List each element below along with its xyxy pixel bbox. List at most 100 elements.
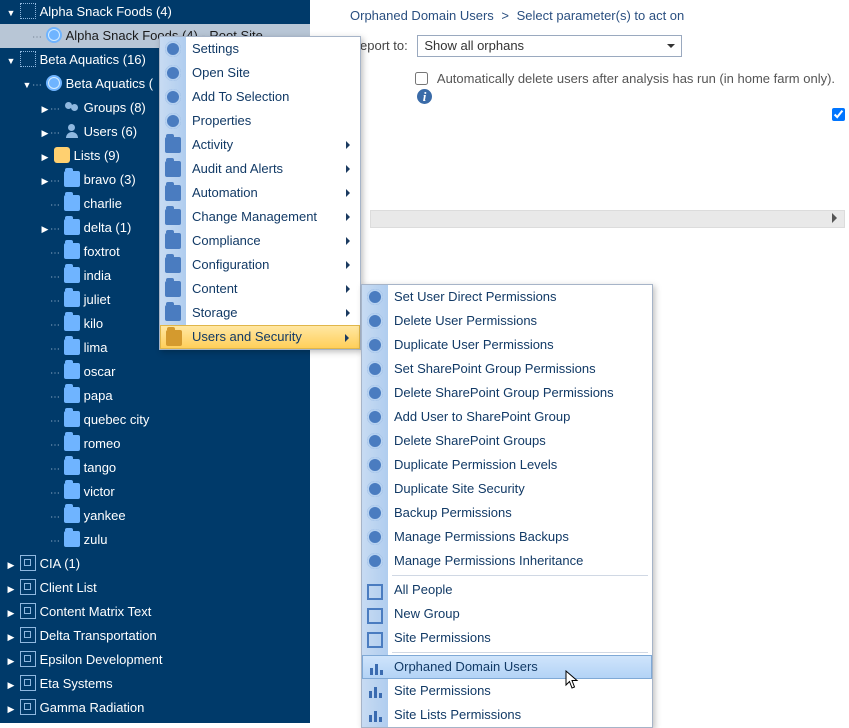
expand-toggle-icon[interactable]: ▼ <box>6 1 16 24</box>
menu-item[interactable]: Audit and Alerts <box>160 157 360 181</box>
tree-item[interactable]: ▶ Delta Transportation <box>0 624 310 648</box>
submenu-item-label: Duplicate User Permissions <box>394 337 554 352</box>
submenu-item[interactable]: Delete SharePoint Groups <box>362 429 652 453</box>
menu-item[interactable]: Compliance <box>160 229 360 253</box>
tree-item[interactable]: ⋯ tango <box>0 456 310 480</box>
folder-icon <box>64 483 80 499</box>
folder-icon <box>165 257 181 273</box>
menu-item[interactable]: Properties <box>160 109 360 133</box>
menu-item-label: Users and Security <box>192 329 302 344</box>
folder-icon <box>64 195 80 211</box>
expand-toggle-icon[interactable]: ▶ <box>6 553 16 576</box>
report-icon <box>368 660 384 676</box>
submenu-item[interactable]: Backup Permissions <box>362 501 652 525</box>
submenu-item[interactable]: New Group <box>362 602 652 626</box>
tree-item[interactable]: ⋯ victor <box>0 480 310 504</box>
menu-item[interactable]: Open Site <box>160 61 360 85</box>
tree-item[interactable]: ⋯ romeo <box>0 432 310 456</box>
expand-toggle-icon[interactable]: ▶ <box>6 601 16 624</box>
menu-item[interactable]: Storage <box>160 301 360 325</box>
submenu-item[interactable]: Orphaned Domain Users <box>362 655 652 679</box>
submenu-item[interactable]: Site Permissions <box>362 679 652 703</box>
tree-item[interactable]: ⋯ oscar <box>0 360 310 384</box>
tree-item[interactable]: ▶ Client List <box>0 576 310 600</box>
gear-icon <box>367 529 383 545</box>
expand-toggle-icon[interactable]: ▶ <box>40 121 50 144</box>
submenu-item[interactable]: Manage Permissions Backups <box>362 525 652 549</box>
tree-item[interactable]: ▶ Epsilon Development <box>0 648 310 672</box>
gear-icon <box>367 457 383 473</box>
tree-item[interactable]: ▶ Gamma Radiation <box>0 696 310 720</box>
submenu-item[interactable]: Add User to SharePoint Group <box>362 405 652 429</box>
expand-toggle-icon[interactable]: ▶ <box>40 145 50 168</box>
expand-toggle-icon[interactable]: ▶ <box>6 649 16 672</box>
submenu-item-label: Site Permissions <box>394 630 491 645</box>
submenu-item[interactable]: Delete User Permissions <box>362 309 652 333</box>
expand-toggle-icon[interactable]: ▶ <box>6 577 16 600</box>
submenu-item[interactable]: Site Permissions <box>362 626 652 650</box>
expand-toggle-icon[interactable]: ▶ <box>40 169 50 192</box>
menu-item[interactable]: Settings <box>160 37 360 61</box>
expand-toggle-icon[interactable]: ▶ <box>6 673 16 696</box>
tree-item-label: juliet <box>84 292 111 307</box>
submenu-arrow-icon <box>346 237 354 245</box>
tree-item[interactable]: ▶ Eta Systems <box>0 672 310 696</box>
submenu-item-label: Set SharePoint Group Permissions <box>394 361 596 376</box>
expand-toggle-icon[interactable]: ▶ <box>6 697 16 720</box>
submenu-item[interactable]: Delete SharePoint Group Permissions <box>362 381 652 405</box>
diagram-icon <box>20 651 36 667</box>
expand-toggle-icon[interactable]: ▶ <box>6 625 16 648</box>
tree-item[interactable]: ⋯ papa <box>0 384 310 408</box>
tree-item-label: india <box>84 268 111 283</box>
menu-item-label: Compliance <box>192 233 261 248</box>
tree-item[interactable]: ⋯ zulu <box>0 528 310 552</box>
right-checkbox[interactable] <box>832 108 845 121</box>
tree-item-label: Gamma Radiation <box>40 700 145 715</box>
tree-item[interactable]: ⋯ quebec city <box>0 408 310 432</box>
context-menu[interactable]: SettingsOpen SiteAdd To SelectionPropert… <box>159 36 361 350</box>
expand-toggle-icon[interactable]: ▼ <box>22 73 32 96</box>
tree-item-label: victor <box>84 484 115 499</box>
submenu-item[interactable]: Duplicate User Permissions <box>362 333 652 357</box>
menu-item[interactable]: Change Management <box>160 205 360 229</box>
connector-icon: ⋯ <box>50 440 60 451</box>
submenu-item-label: Backup Permissions <box>394 505 512 520</box>
tree-item[interactable]: ▼ Alpha Snack Foods (4) <box>0 0 310 24</box>
folder-icon <box>64 531 80 547</box>
gear-icon <box>165 65 181 81</box>
submenu-item-label: Set User Direct Permissions <box>394 289 557 304</box>
gear-icon <box>367 361 383 377</box>
folder-icon <box>64 291 80 307</box>
submenu-item[interactable]: Manage Permissions Inheritance <box>362 549 652 573</box>
auto-delete-label: Automatically delete users after analysi… <box>437 71 835 86</box>
menu-item[interactable]: Activity <box>160 133 360 157</box>
tree-item-label: delta (1) <box>84 220 132 235</box>
submenu-item[interactable]: All People <box>362 578 652 602</box>
expand-toggle-icon[interactable]: ▼ <box>6 49 16 72</box>
auto-delete-checkbox[interactable] <box>415 72 428 85</box>
tree-item[interactable]: ▶ CIA (1) <box>0 552 310 576</box>
diagram-icon <box>20 675 36 691</box>
submenu-users-security[interactable]: Set User Direct Permissions Delete User P… <box>361 284 653 728</box>
folder-icon <box>165 137 181 153</box>
limit-dropdown[interactable]: Show all orphans <box>417 35 682 57</box>
expand-toggle-icon[interactable]: ▶ <box>40 217 50 240</box>
list-icon <box>367 606 383 622</box>
tree-item[interactable]: ⋯ yankee <box>0 504 310 528</box>
submenu-item[interactable]: Duplicate Permission Levels <box>362 453 652 477</box>
menu-item[interactable]: Content <box>160 277 360 301</box>
gear-icon <box>367 385 383 401</box>
gear-icon <box>165 113 181 129</box>
menu-item[interactable]: Automation <box>160 181 360 205</box>
connector-icon: ⋯ <box>50 200 60 211</box>
submenu-item[interactable]: Site Lists Permissions <box>362 703 652 727</box>
expand-toggle-icon[interactable]: ▶ <box>40 97 50 120</box>
tree-item[interactable]: ▶ Content Matrix Text <box>0 600 310 624</box>
menu-item[interactable]: Users and Security <box>160 325 360 349</box>
submenu-item[interactable]: Set User Direct Permissions <box>362 285 652 309</box>
menu-item[interactable]: Add To Selection <box>160 85 360 109</box>
submenu-item[interactable]: Duplicate Site Security <box>362 477 652 501</box>
submenu-item[interactable]: Set SharePoint Group Permissions <box>362 357 652 381</box>
menu-item[interactable]: Configuration <box>160 253 360 277</box>
info-icon[interactable]: i <box>417 89 432 104</box>
